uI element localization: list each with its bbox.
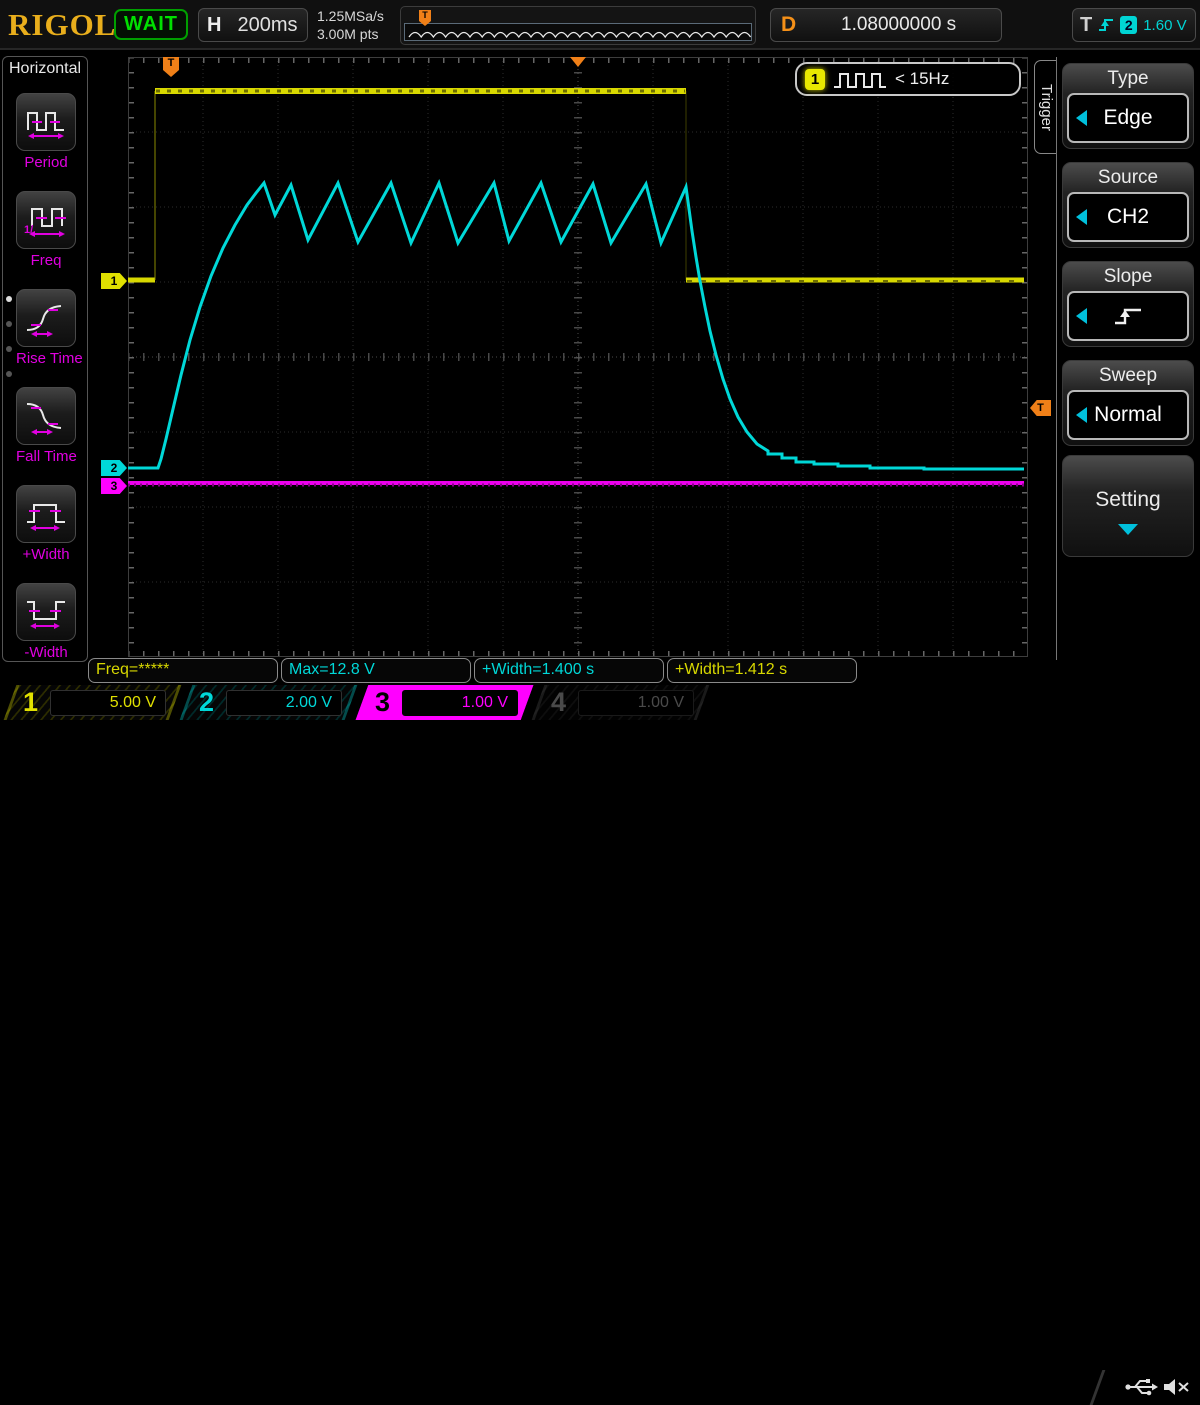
horizontal-timebase-box: H 200ms <box>198 8 308 42</box>
acquisition-info: 1.25MSa/s 3.00M pts <box>317 7 384 43</box>
rise-time-icon <box>23 298 69 338</box>
channel4-scale-box: 1.00 V <box>578 690 694 716</box>
usb-icon[interactable] <box>1124 1376 1158 1398</box>
trigger-sweep-group[interactable]: Sweep Normal <box>1062 360 1194 446</box>
channel-status-bar: 1 5.00 V 2 2.00 V 3 1.00 V 4 <box>0 685 1200 720</box>
waveform-preview: T <box>400 6 756 45</box>
channel1-position-marker[interactable]: 1 <box>101 273 127 289</box>
trigger-position-marker-icon[interactable] <box>570 57 586 67</box>
delay-value: 1.08000000 s <box>841 14 956 36</box>
measurement-freq: Freq=***** <box>88 658 278 683</box>
channel1-volts: 5.00 V <box>110 694 156 712</box>
slope-value-button[interactable] <box>1067 291 1189 341</box>
trigger-level-marker-icon[interactable]: T <box>1030 400 1051 416</box>
trigger-time-flag-icon[interactable]: T <box>163 57 179 70</box>
measure-item-pos-width[interactable]: +Width <box>16 485 76 563</box>
measurement-pwidth-ch2: +Width=1.400 s <box>474 658 664 683</box>
preview-window <box>404 23 752 41</box>
neg-width-icon <box>23 592 69 632</box>
measure-item-freq[interactable]: 1/ Freq <box>16 191 76 269</box>
fall-time-icon <box>23 396 69 436</box>
measure-item-neg-width[interactable]: -Width <box>16 583 76 661</box>
trigger-setting-button[interactable]: Setting <box>1062 455 1194 557</box>
speaker-muted-icon[interactable] <box>1162 1376 1190 1398</box>
trigger-source-group[interactable]: Source CH2 <box>1062 162 1194 248</box>
delay-label: D <box>781 13 796 37</box>
trigger-menu-panel: Type Edge Source CH2 Slope Sweep Normal … <box>1056 57 1198 660</box>
trigger-frequency-box: 1 < 15Hz <box>795 62 1021 96</box>
period-icon <box>23 102 69 142</box>
measure-item-fall-time[interactable]: Fall Time <box>16 387 76 465</box>
channel2-volts: 2.00 V <box>286 694 332 712</box>
h-label: H <box>207 14 221 37</box>
timebase-value: 200ms <box>237 14 297 37</box>
trigger-source-badge: 2 <box>1120 16 1137 34</box>
channel2-number: 2 <box>199 687 214 718</box>
channel1-scale-box: 5.00 V <box>50 690 166 716</box>
channel3-block[interactable]: 3 1.00 V <box>356 685 534 720</box>
source-value-button[interactable]: CH2 <box>1067 192 1189 242</box>
channel4-number: 4 <box>551 687 566 718</box>
menu-page-dot <box>6 321 12 327</box>
delay-box: D 1.08000000 s <box>770 8 1002 42</box>
source-label: Source <box>1063 163 1193 192</box>
channel1-number: 1 <box>23 687 38 718</box>
type-label: Type <box>1063 64 1193 93</box>
square-wave-icon <box>833 68 887 90</box>
menu-page-dot <box>6 346 12 352</box>
chevron-down-icon <box>1118 524 1138 535</box>
trigger-menu-tab[interactable]: Trigger <box>1034 60 1057 154</box>
slope-label: Slope <box>1063 262 1193 291</box>
channel2-position-marker[interactable]: 2 <box>101 460 127 476</box>
channel1-block[interactable]: 1 5.00 V <box>4 685 182 720</box>
channel3-number: 3 <box>375 687 390 718</box>
trigger-status-box: T 2 1.60 V <box>1072 8 1196 42</box>
run-status-badge: WAIT <box>114 9 188 40</box>
trigger-label: T <box>1080 14 1092 37</box>
trigger-slope-group[interactable]: Slope <box>1062 261 1194 347</box>
channel2-block[interactable]: 2 2.00 V <box>180 685 358 720</box>
measurement-pwidth-ch1: +Width=1.412 s <box>667 658 857 683</box>
trigger-type-group[interactable]: Type Edge <box>1062 63 1194 149</box>
left-menu-title: Horizontal <box>3 60 87 78</box>
trigger-level-value: 1.60 V <box>1143 17 1186 34</box>
sweep-value-button[interactable]: Normal <box>1067 390 1189 440</box>
sample-rate: 1.25MSa/s <box>317 7 384 25</box>
channel3-position-marker[interactable]: 3 <box>101 478 127 494</box>
horizontal-measure-menu: Horizontal Period 1/ Freq Ris <box>2 56 88 662</box>
trigger-frequency-text: < 15Hz <box>895 69 949 89</box>
top-status-bar: RIGOL WAIT H 200ms 1.25MSa/s 3.00M pts T… <box>0 0 1200 50</box>
channel1-badge: 1 <box>805 69 825 90</box>
chevron-left-icon <box>1076 209 1087 225</box>
measurement-max: Max=12.8 V <box>281 658 471 683</box>
ch2-waveform <box>128 183 1024 469</box>
divider <box>1090 1370 1106 1405</box>
menu-page-dot <box>6 296 12 302</box>
memory-depth: 3.00M pts <box>317 25 384 43</box>
channel3-scale-box: 1.00 V <box>402 690 518 716</box>
rising-slope-icon <box>1098 17 1114 33</box>
rising-slope-icon <box>1113 305 1143 327</box>
chevron-left-icon <box>1076 407 1087 423</box>
display-grid: T T 1 2 3 1 < 15Hz Freq=***** Max=12.8 V… <box>128 57 1028 657</box>
freq-icon: 1/ <box>23 200 69 240</box>
type-value-button[interactable]: Edge <box>1067 93 1189 143</box>
preview-trigger-flag-icon[interactable]: T <box>419 10 431 21</box>
channel4-volts: 1.00 V <box>638 694 684 712</box>
measure-item-period[interactable]: Period <box>16 93 76 171</box>
sweep-label: Sweep <box>1063 361 1193 390</box>
rigol-logo: RIGOL <box>8 7 116 43</box>
waveform-canvas <box>128 57 1028 657</box>
pos-width-icon <box>23 494 69 534</box>
channel2-scale-box: 2.00 V <box>226 690 342 716</box>
chevron-left-icon <box>1076 308 1087 324</box>
menu-page-dot <box>6 371 12 377</box>
channel3-volts: 1.00 V <box>462 694 508 712</box>
measure-item-rise-time[interactable]: Rise Time <box>16 289 76 367</box>
chevron-left-icon <box>1076 110 1087 126</box>
channel4-block[interactable]: 4 1.00 V <box>532 685 710 720</box>
